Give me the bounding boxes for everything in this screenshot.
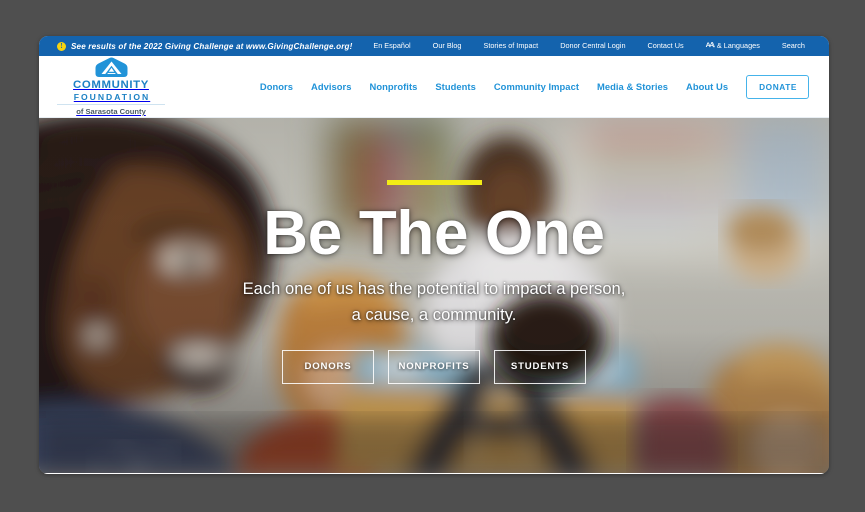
nav-link-about-us[interactable]: About Us [677,81,737,92]
desktop-background: ! See results of the 2022 Giving Challen… [0,0,865,512]
utility-link-label: Search [781,41,805,50]
donate-button[interactable]: DONATE [746,74,809,99]
nav-link-advisors[interactable]: Advisors [302,81,361,92]
hero-subtitle: Each one of us has the potential to impa… [243,276,626,328]
hero-title: Be The One [263,199,605,268]
utility-link-languages[interactable]: A𝔸 & Languages [695,36,771,56]
hero-banner: Be The One Each one of us has the potent… [39,118,829,473]
hero-subtitle-line1: Each one of us has the potential to impa… [242,279,626,298]
translate-icon: A𝔸 [705,42,715,49]
utility-link-contact-us[interactable]: Contact Us [637,36,695,56]
utility-link-stories-of-impact[interactable]: Stories of Impact [472,36,549,56]
utility-link-label: Contact Us [647,41,684,50]
utility-link-en-espanol[interactable]: En Español [362,36,421,56]
utility-top-bar: ! See results of the 2022 Giving Challen… [39,36,829,56]
logo-text-county: of Sarasota County [76,107,146,116]
nav-link-media-stories[interactable]: Media & Stories [588,81,677,92]
community-foundation-roof-logo [95,57,127,77]
hero-cta-nonprofits[interactable]: NONPROFITS [388,350,480,384]
utility-link-label: En Español [373,41,411,50]
utility-link-label: & Languages [716,41,760,50]
hero-accent-bar [386,180,482,185]
info-icon: ! [57,41,66,51]
hero-subtitle-line2: a cause, a community. [351,305,517,324]
hero-cta-students[interactable]: STUDENTS [494,350,586,384]
hero-cta-group: DONORS NONPROFITS STUDENTS [282,350,586,384]
main-navigation: Donors Advisors Nonprofits Students Comm… [251,74,809,99]
utility-link-label: Our Blog [432,41,462,50]
utility-link-label: Donor Central Login [560,41,626,50]
utility-link-donor-central-login[interactable]: Donor Central Login [549,36,636,56]
site-logo[interactable]: COMMUNITY FOUNDATION of Sarasota County [57,55,165,118]
nav-link-donors[interactable]: Donors [251,81,302,92]
promo-announcement[interactable]: ! See results of the 2022 Giving Challen… [57,41,353,51]
utility-link-search[interactable]: Search [771,36,816,56]
nav-link-students[interactable]: Students [426,81,484,92]
logo-text-community: COMMUNITY [73,79,149,91]
utility-link-our-blog[interactable]: Our Blog [422,36,473,56]
site-header: COMMUNITY FOUNDATION of Sarasota County … [39,56,829,118]
nav-link-community-impact[interactable]: Community Impact [485,81,588,92]
promo-text: See results of the 2022 Giving Challenge… [71,41,353,51]
hero-cta-donors[interactable]: DONORS [282,350,374,384]
nav-link-nonprofits[interactable]: Nonprofits [361,81,427,92]
utility-links: En Español Our Blog Stories of Impact Do… [362,36,816,56]
logo-text-foundation: FOUNDATION [57,92,165,105]
browser-window: ! See results of the 2022 Giving Challen… [39,36,829,474]
utility-link-label: Stories of Impact [483,41,539,50]
hero-content: Be The One Each one of us has the potent… [39,118,829,473]
